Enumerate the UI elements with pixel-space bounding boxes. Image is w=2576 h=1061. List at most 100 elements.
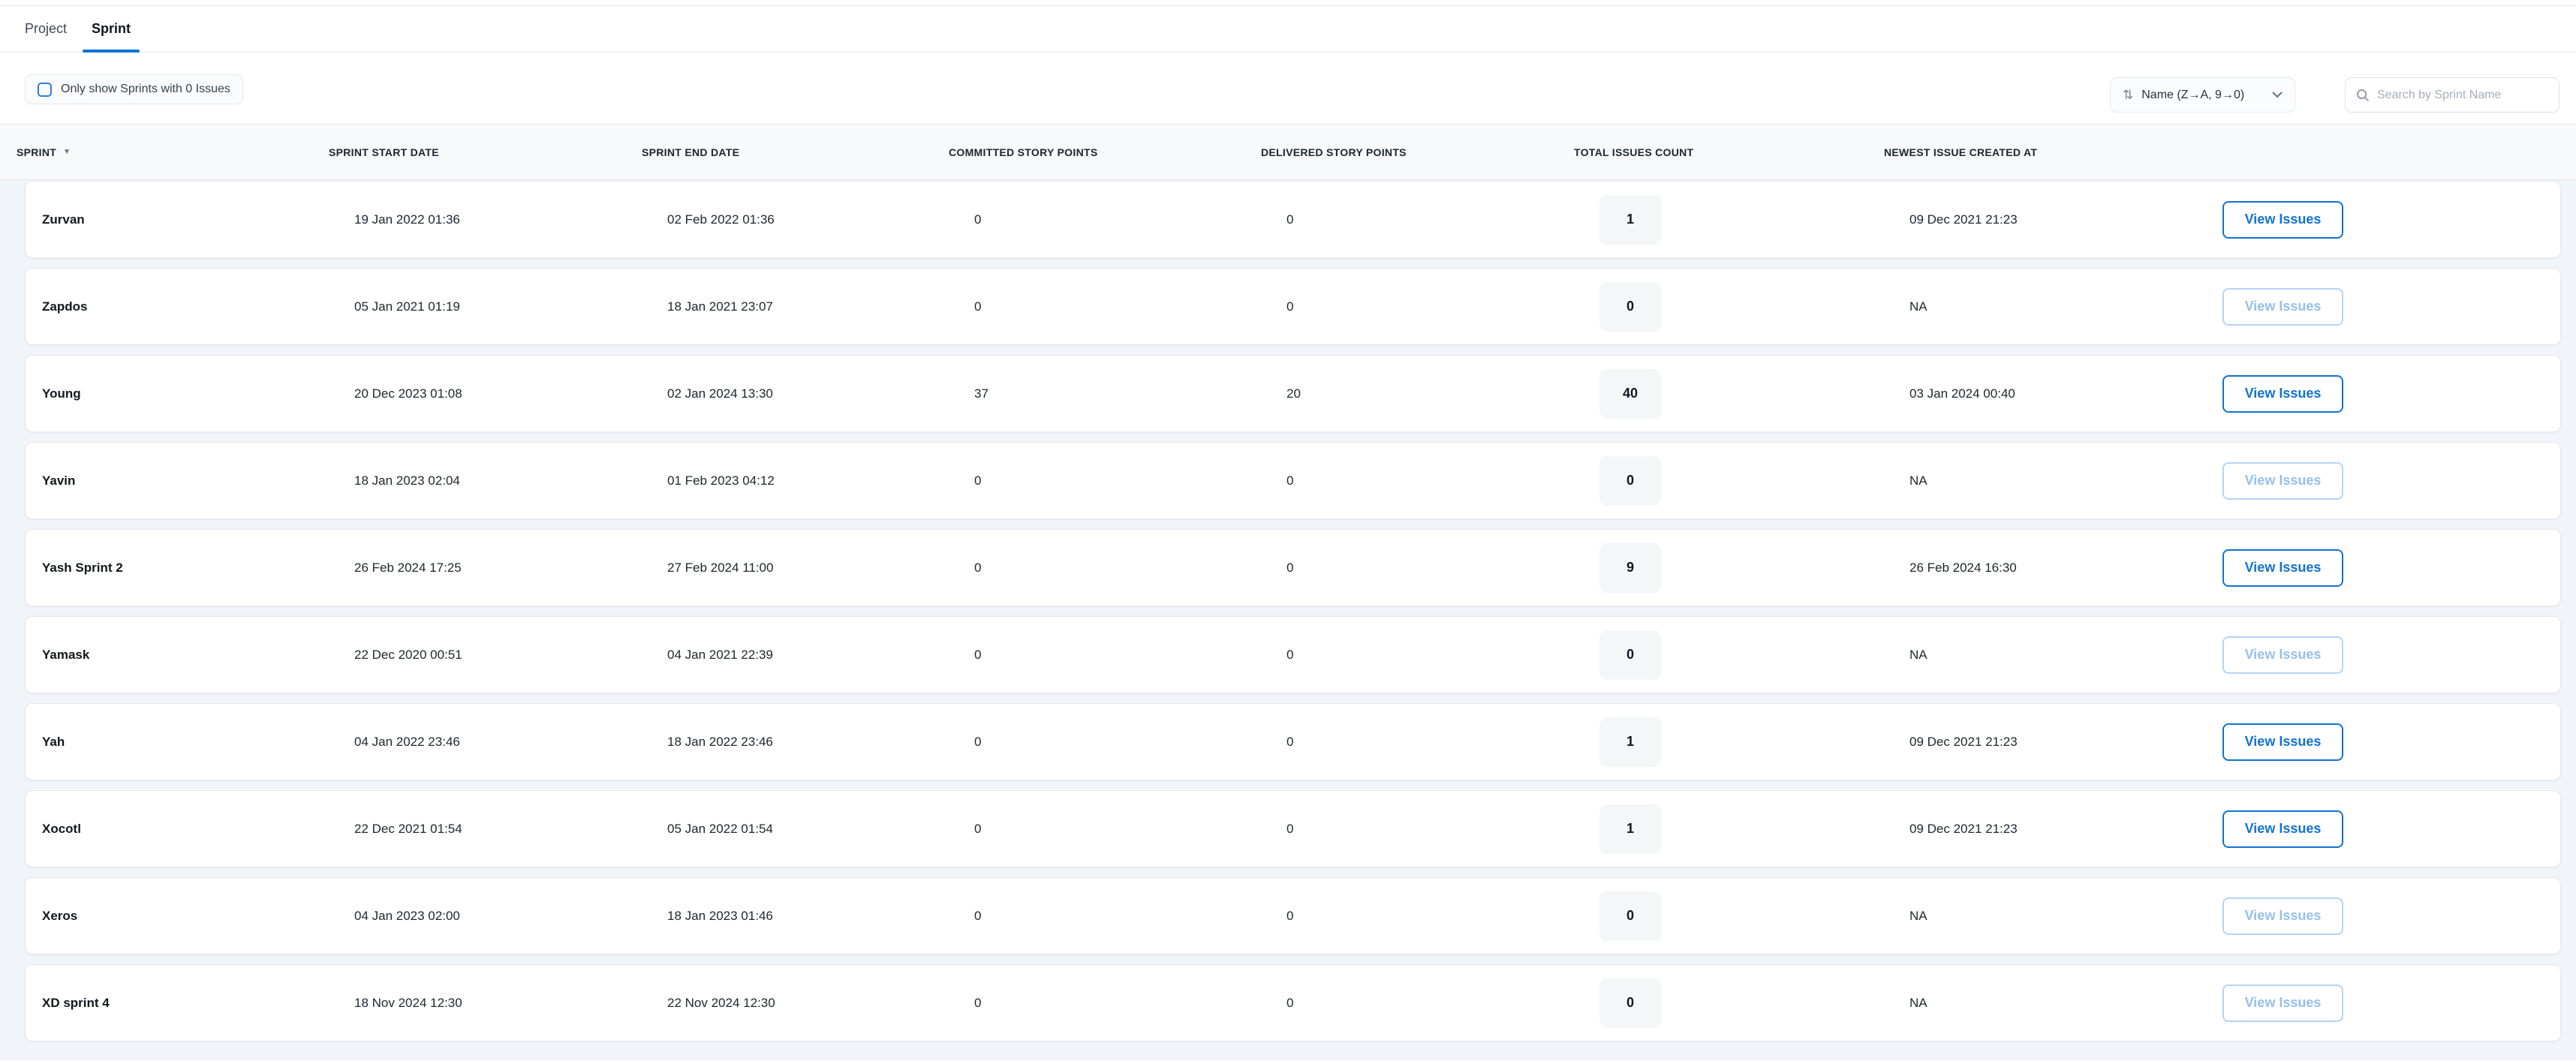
delivered-points-cell: 20 xyxy=(1286,386,1599,401)
actions-cell: View Issues xyxy=(2222,549,2560,587)
view-issues-button[interactable]: View Issues xyxy=(2222,810,2343,848)
delivered-points-cell: 0 xyxy=(1286,473,1599,488)
actions-cell: View Issues xyxy=(2222,984,2560,1022)
actions-cell: View Issues xyxy=(2222,288,2560,326)
view-issues-button[interactable]: View Issues xyxy=(2222,375,2343,413)
committed-points-cell: 0 xyxy=(974,561,1286,576)
sprint-name-cell: Yavin xyxy=(26,473,354,488)
issue-count-badge: 1 xyxy=(1599,717,1661,767)
issue-count-badge: 0 xyxy=(1599,630,1661,680)
zero-issues-checkbox[interactable] xyxy=(38,83,52,97)
issue-count-badge: 0 xyxy=(1599,891,1661,941)
committed-points-cell: 0 xyxy=(974,299,1286,314)
table-row: Young 20 Dec 2023 01:08 02 Jan 2024 13:3… xyxy=(25,355,2561,432)
newest-issue-cell: NA xyxy=(1909,648,2222,663)
newest-issue-cell: 09 Dec 2021 21:23 xyxy=(1909,822,2222,837)
sprint-name-cell: Zapdos xyxy=(26,299,354,314)
delivered-points-cell: 0 xyxy=(1286,648,1599,663)
total-issues-cell: 0 xyxy=(1599,282,1909,332)
committed-points-cell: 0 xyxy=(974,735,1286,750)
search-input[interactable] xyxy=(2377,89,2550,102)
column-header-sprint[interactable]: SPRINT ▼ xyxy=(0,146,329,158)
column-header-delivered-points: DELIVERED STORY POINTS xyxy=(1261,146,1574,158)
table-body: Zurvan 19 Jan 2022 01:36 02 Feb 2022 01:… xyxy=(25,181,2561,1041)
sprint-name-cell: Yash Sprint 2 xyxy=(26,561,354,576)
committed-points-cell: 0 xyxy=(974,473,1286,488)
actions-cell: View Issues xyxy=(2222,897,2560,935)
start-date-cell: 04 Jan 2023 02:00 xyxy=(354,909,667,924)
delivered-points-cell: 0 xyxy=(1286,996,1599,1011)
committed-points-cell: 37 xyxy=(974,386,1286,401)
end-date-cell: 22 Nov 2024 12:30 xyxy=(667,996,974,1011)
issue-count-badge: 9 xyxy=(1599,543,1661,593)
column-header-end-date: SPRINT END DATE xyxy=(642,146,949,158)
search-icon xyxy=(2356,89,2370,102)
sprint-name-cell: Yah xyxy=(26,735,354,750)
table-row: Yah 04 Jan 2022 23:46 18 Jan 2022 23:46 … xyxy=(25,703,2561,780)
tab-bar: Project Sprint xyxy=(0,5,2576,53)
table-header: SPRINT ▼ SPRINT START DATE SPRINT END DA… xyxy=(0,124,2576,180)
issue-count-badge: 1 xyxy=(1599,195,1661,245)
start-date-cell: 19 Jan 2022 01:36 xyxy=(354,212,667,227)
start-date-cell: 05 Jan 2021 01:19 xyxy=(354,299,667,314)
end-date-cell: 04 Jan 2021 22:39 xyxy=(667,648,974,663)
committed-points-cell: 0 xyxy=(974,212,1286,227)
issue-count-badge: 0 xyxy=(1599,978,1661,1028)
newest-issue-cell: NA xyxy=(1909,473,2222,488)
total-issues-cell: 0 xyxy=(1599,456,1909,506)
sprint-name-cell: Xeros xyxy=(26,909,354,924)
total-issues-cell: 0 xyxy=(1599,891,1909,941)
actions-cell: View Issues xyxy=(2222,810,2560,848)
issue-count-badge: 0 xyxy=(1599,456,1661,506)
sprint-name-cell: XD sprint 4 xyxy=(26,996,354,1011)
zero-issues-filter[interactable]: Only show Sprints with 0 Issues xyxy=(25,74,243,104)
view-issues-button[interactable]: View Issues xyxy=(2222,723,2343,761)
total-issues-cell: 0 xyxy=(1599,978,1909,1028)
column-header-total-issues: TOTAL ISSUES COUNT xyxy=(1574,146,1884,158)
sprint-name-cell: Xocotl xyxy=(26,822,354,837)
total-issues-cell: 1 xyxy=(1599,195,1909,245)
total-issues-cell: 0 xyxy=(1599,630,1909,680)
end-date-cell: 02 Jan 2024 13:30 xyxy=(667,386,974,401)
column-header-committed-points: COMMITTED STORY POINTS xyxy=(949,146,1261,158)
zero-issues-label: Only show Sprints with 0 Issues xyxy=(61,83,230,96)
view-issues-button: View Issues xyxy=(2222,462,2343,500)
tab-project[interactable]: Project xyxy=(16,6,76,52)
actions-cell: View Issues xyxy=(2222,375,2560,413)
search-box xyxy=(2345,77,2559,113)
newest-issue-cell: NA xyxy=(1909,909,2222,924)
start-date-cell: 18 Nov 2024 12:30 xyxy=(354,996,667,1011)
column-header-start-date: SPRINT START DATE xyxy=(329,146,642,158)
delivered-points-cell: 0 xyxy=(1286,212,1599,227)
column-header-newest-issue: NEWEST ISSUE CREATED AT xyxy=(1884,146,2197,158)
tab-sprint[interactable]: Sprint xyxy=(83,6,140,52)
start-date-cell: 22 Dec 2021 01:54 xyxy=(354,822,667,837)
view-issues-button[interactable]: View Issues xyxy=(2222,201,2343,239)
view-issues-button: View Issues xyxy=(2222,984,2343,1022)
issue-count-badge: 40 xyxy=(1599,369,1661,419)
end-date-cell: 18 Jan 2023 01:46 xyxy=(667,909,974,924)
start-date-cell: 18 Jan 2023 02:04 xyxy=(354,473,667,488)
end-date-cell: 02 Feb 2022 01:36 xyxy=(667,212,974,227)
end-date-cell: 05 Jan 2022 01:54 xyxy=(667,822,974,837)
view-issues-button[interactable]: View Issues xyxy=(2222,549,2343,587)
sprint-name-cell: Zurvan xyxy=(26,212,354,227)
delivered-points-cell: 0 xyxy=(1286,909,1599,924)
committed-points-cell: 0 xyxy=(974,996,1286,1011)
table-row: Yash Sprint 2 26 Feb 2024 17:25 27 Feb 2… xyxy=(25,529,2561,606)
sort-button[interactable]: ⇅ Name (Z→A, 9→0) xyxy=(2110,77,2295,113)
total-issues-cell: 1 xyxy=(1599,804,1909,854)
end-date-cell: 27 Feb 2024 11:00 xyxy=(667,561,974,576)
delivered-points-cell: 0 xyxy=(1286,299,1599,314)
filter-bar: Only show Sprints with 0 Issues ⇅ Name (… xyxy=(0,53,2576,124)
total-issues-cell: 40 xyxy=(1599,369,1909,419)
view-issues-button: View Issues xyxy=(2222,897,2343,935)
table-row: Yamask 22 Dec 2020 00:51 04 Jan 2021 22:… xyxy=(25,616,2561,693)
newest-issue-cell: 03 Jan 2024 00:40 xyxy=(1909,386,2222,401)
newest-issue-cell: 26 Feb 2024 16:30 xyxy=(1909,561,2222,576)
newest-issue-cell: NA xyxy=(1909,299,2222,314)
actions-cell: View Issues xyxy=(2222,636,2560,674)
end-date-cell: 18 Jan 2021 23:07 xyxy=(667,299,974,314)
actions-cell: View Issues xyxy=(2222,462,2560,500)
table-row: Yavin 18 Jan 2023 02:04 01 Feb 2023 04:1… xyxy=(25,442,2561,519)
